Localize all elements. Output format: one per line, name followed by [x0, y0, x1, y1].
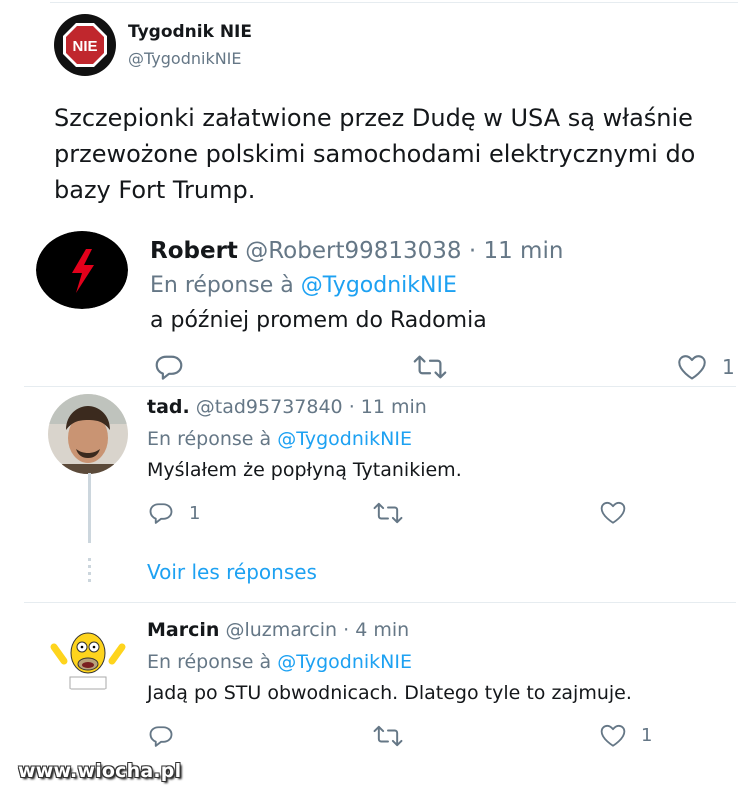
like-icon: [600, 501, 626, 524]
reply-icon: [149, 503, 173, 524]
reply-header: Marcin @luzmarcin · 4 min: [147, 619, 409, 641]
reply-icon: [155, 355, 183, 380]
reply-divider: [24, 602, 736, 603]
reply-author-name[interactable]: Robert: [150, 238, 238, 264]
like-count: 1: [722, 355, 735, 379]
in-reply-to: En réponse à @TygodnikNIE: [147, 428, 412, 450]
thread-dots: [88, 558, 91, 582]
reply-text: a później promem do Radomia: [150, 308, 487, 333]
avatar[interactable]: [36, 231, 128, 309]
mention-link[interactable]: @TygodnikNIE: [301, 273, 457, 298]
stop-sign-icon[interactable]: NIE: [54, 14, 116, 76]
watermark: www.wiocha.pl: [18, 760, 182, 782]
retweet-icon: [373, 502, 403, 524]
svg-text:NIE: NIE: [72, 38, 97, 55]
like-action[interactable]: 1: [676, 353, 735, 381]
like-icon: [600, 724, 626, 747]
reply-author-name[interactable]: tad.: [147, 396, 190, 418]
separator-dot: ·: [348, 396, 355, 418]
in-reply-to: En réponse à @TygodnikNIE: [147, 651, 412, 673]
in-reply-to: En réponse à @TygodnikNIE: [150, 273, 457, 298]
in-reply-prefix: En réponse à: [147, 651, 272, 673]
reply-author-name[interactable]: Marcin: [147, 619, 219, 641]
reply-handle[interactable]: @luzmarcin: [225, 619, 337, 641]
mention-link[interactable]: @TygodnikNIE: [277, 651, 412, 673]
retweet-icon: [373, 725, 403, 747]
author-name[interactable]: Tygodnik NIE: [128, 22, 252, 42]
in-reply-prefix: En réponse à: [150, 273, 294, 298]
reply-header: Robert @Robert99813038 · 11 min: [150, 238, 563, 264]
mention-link[interactable]: @TygodnikNIE: [277, 428, 412, 450]
like-count: 1: [641, 725, 653, 746]
reply-count: 1: [189, 502, 201, 524]
reply-time[interactable]: 4 min: [355, 619, 409, 641]
top-divider: [50, 2, 738, 3]
in-reply-prefix: En réponse à: [147, 428, 272, 450]
like-action[interactable]: 1: [599, 723, 652, 748]
retweet-icon: [413, 355, 447, 379]
reply-handle[interactable]: @tad95737840: [196, 396, 343, 418]
avatar[interactable]: [48, 617, 128, 693]
reply-action[interactable]: [152, 352, 200, 382]
reply-text: Myślałem że popłyną Tytanikiem.: [147, 459, 462, 481]
author-handle[interactable]: @TygodnikNIE: [128, 49, 242, 68]
like-icon: [678, 355, 706, 380]
avatar[interactable]: [48, 394, 128, 474]
separator-dot: ·: [343, 619, 350, 641]
reply-time[interactable]: 11 min: [361, 396, 427, 418]
retweet-action[interactable]: [412, 354, 462, 380]
reply-time[interactable]: 11 min: [483, 238, 563, 264]
tweet-text: Szczepionki załatwione przez Dudę w USA …: [54, 104, 696, 204]
retweet-action[interactable]: [372, 725, 418, 747]
separator-dot: ·: [468, 238, 477, 264]
reply-divider: [24, 386, 736, 387]
reply-text: Jadą po STU obwodnicach. Dlatego tyle to…: [147, 682, 632, 704]
reply-action[interactable]: 1: [147, 500, 200, 526]
reply-header: tad. @tad95737840 · 11 min: [147, 396, 427, 418]
reply-icon: [149, 726, 173, 747]
show-replies-link[interactable]: Voir les réponses: [147, 560, 317, 584]
reply-handle[interactable]: @Robert99813038: [245, 238, 461, 264]
retweet-action[interactable]: [372, 502, 418, 524]
thread-line: [88, 473, 91, 543]
reply-action[interactable]: [147, 723, 189, 749]
like-action[interactable]: [599, 500, 641, 525]
